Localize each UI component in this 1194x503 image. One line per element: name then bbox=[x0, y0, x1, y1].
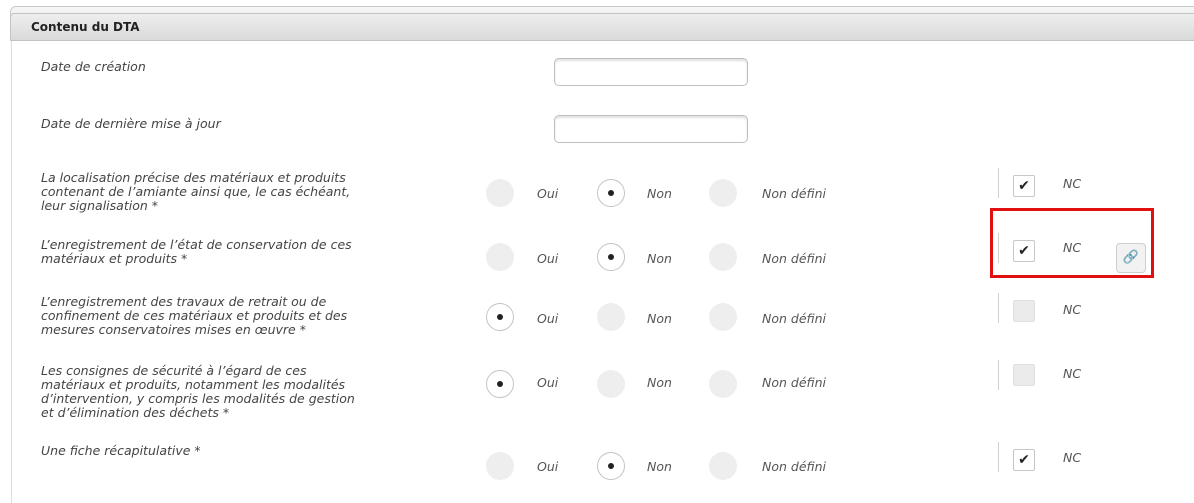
option-oui-label: Oui bbox=[537, 251, 559, 266]
option-oui-label: Oui bbox=[537, 311, 559, 326]
divider bbox=[998, 168, 999, 198]
divider bbox=[998, 442, 999, 472]
radio-oui[interactable] bbox=[486, 452, 514, 480]
nc-checkbox[interactable]: ✔ bbox=[1013, 449, 1035, 471]
option-non-defini-label: Non défini bbox=[762, 186, 826, 201]
row-label: L’enregistrement de l’état de conservati… bbox=[41, 237, 352, 266]
nc-checkbox[interactable] bbox=[1013, 364, 1035, 386]
radio-non-defini[interactable] bbox=[709, 243, 737, 271]
nc-checkbox[interactable] bbox=[1013, 300, 1035, 322]
option-non-label: Non bbox=[647, 251, 672, 266]
checkmark-icon: ✔ bbox=[1018, 178, 1030, 194]
option-oui-label: Oui bbox=[537, 375, 559, 390]
panel-title: Contenu du DTA bbox=[31, 20, 140, 34]
option-non-label: Non bbox=[647, 311, 672, 326]
radio-non[interactable] bbox=[597, 243, 625, 271]
row-label: L’enregistrement des travaux de retrait … bbox=[41, 294, 348, 337]
highlight-box bbox=[990, 208, 1154, 278]
radio-non-defini[interactable] bbox=[709, 303, 737, 331]
option-oui-label: Oui bbox=[537, 186, 559, 201]
nc-checkbox[interactable]: ✔ bbox=[1013, 175, 1035, 197]
radio-non[interactable] bbox=[597, 370, 625, 398]
option-non-label: Non bbox=[647, 459, 672, 474]
radio-non-defini[interactable] bbox=[709, 452, 737, 480]
option-non-label: Non bbox=[647, 186, 672, 201]
radio-non-defini[interactable] bbox=[709, 370, 737, 398]
nc-label: NC bbox=[1063, 366, 1082, 381]
radio-oui[interactable] bbox=[486, 370, 514, 398]
radio-non[interactable] bbox=[597, 179, 625, 207]
nc-label: NC bbox=[1063, 302, 1082, 317]
option-non-defini-label: Non défini bbox=[762, 251, 826, 266]
row-label: Une fiche récapitulative * bbox=[41, 443, 201, 458]
checkmark-icon: ✔ bbox=[1018, 452, 1030, 468]
row-label: La localisation précise des matériaux et… bbox=[41, 170, 351, 213]
nc-label: NC bbox=[1063, 176, 1082, 191]
option-non-defini-label: Non défini bbox=[762, 459, 826, 474]
update-date-input[interactable] bbox=[554, 115, 748, 143]
update-date-label: Date de dernière mise à jour bbox=[41, 116, 221, 131]
radio-oui[interactable] bbox=[486, 303, 514, 331]
nc-label: NC bbox=[1063, 450, 1082, 465]
radio-non[interactable] bbox=[597, 303, 625, 331]
radio-oui[interactable] bbox=[486, 243, 514, 271]
radio-non[interactable] bbox=[597, 452, 625, 480]
creation-date-label: Date de création bbox=[41, 59, 146, 74]
option-non-defini-label: Non défini bbox=[762, 375, 826, 390]
option-non-label: Non bbox=[647, 375, 672, 390]
divider bbox=[998, 360, 999, 390]
option-non-defini-label: Non défini bbox=[762, 311, 826, 326]
creation-date-input[interactable] bbox=[554, 58, 748, 86]
panel-header: Contenu du DTA bbox=[10, 13, 1194, 41]
radio-non-defini[interactable] bbox=[709, 179, 737, 207]
row-label: Les consignes de sécurité à l’égard de c… bbox=[41, 363, 355, 420]
option-oui-label: Oui bbox=[537, 459, 559, 474]
radio-oui[interactable] bbox=[486, 179, 514, 207]
divider bbox=[998, 293, 999, 323]
